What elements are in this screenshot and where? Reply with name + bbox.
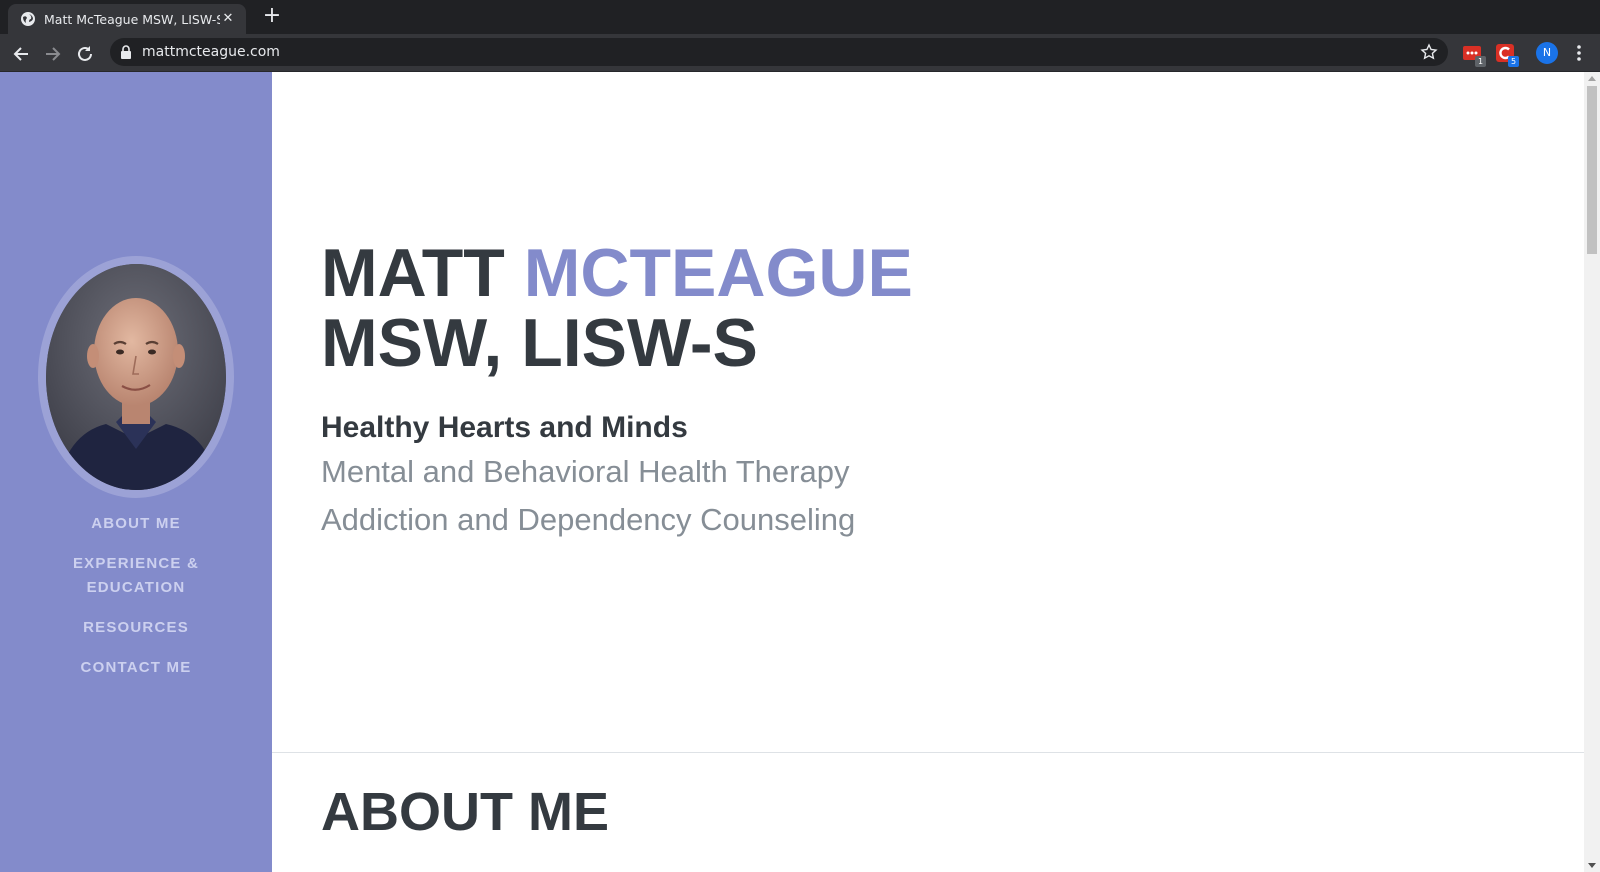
about-section-title: ABOUT ME: [321, 782, 609, 842]
extension-badge: 1: [1475, 56, 1486, 67]
globe-icon: [21, 12, 35, 26]
last-name: MCTEAGUE: [523, 235, 913, 311]
new-tab-button[interactable]: +: [260, 5, 284, 29]
browser-toolbar: mattmcteague.com 1 5 N: [0, 34, 1600, 72]
reload-icon[interactable]: [74, 43, 96, 65]
extension-todo-icon[interactable]: 1: [1462, 43, 1486, 67]
portrait-image: [46, 264, 226, 490]
service-line: Mental and Behavioral Health Therapy: [321, 454, 850, 489]
browser-tab-strip: Matt McTeague MSW, LISW-S ✕ +: [0, 0, 1600, 34]
forward-arrow-icon[interactable]: [42, 43, 64, 65]
nav-link-contact-me[interactable]: CONTACT ME: [0, 656, 272, 680]
scroll-up-arrow-icon[interactable]: [1588, 76, 1596, 81]
nav-link-experience-education[interactable]: EXPERIENCE & EDUCATION: [0, 552, 272, 600]
page-title: MATT MCTEAGUE MSW, LISW-S: [321, 238, 913, 378]
browser-tab[interactable]: Matt McTeague MSW, LISW-S ✕: [8, 4, 246, 34]
main-content: MATT MCTEAGUE MSW, LISW-S Healthy Hearts…: [272, 72, 1584, 872]
url-text[interactable]: mattmcteague.com: [142, 38, 280, 66]
lock-icon[interactable]: [120, 45, 132, 59]
close-tab-icon[interactable]: ✕: [220, 11, 236, 27]
back-arrow-icon[interactable]: [10, 43, 32, 65]
sidebar-nav: ABOUT ME EXPERIENCE & EDUCATION RESOURCE…: [0, 512, 272, 696]
kebab-menu-icon[interactable]: [1572, 43, 1586, 63]
page-scrollbar[interactable]: [1584, 72, 1600, 872]
first-name: MATT: [321, 235, 505, 311]
service-line: Addiction and Dependency Counseling: [321, 502, 856, 537]
scrollbar-thumb[interactable]: [1587, 86, 1597, 254]
scroll-down-arrow-icon[interactable]: [1588, 863, 1596, 868]
section-divider: [272, 752, 1584, 753]
profile-photo: [38, 256, 234, 498]
sidebar: ABOUT ME EXPERIENCE & EDUCATION RESOURCE…: [0, 72, 272, 872]
nav-link-resources[interactable]: RESOURCES: [0, 616, 272, 640]
extension-c-icon[interactable]: 5: [1495, 43, 1519, 67]
hero-section: MATT MCTEAGUE MSW, LISW-S Healthy Hearts…: [321, 238, 913, 544]
page-viewport: ABOUT ME EXPERIENCE & EDUCATION RESOURCE…: [0, 72, 1600, 872]
profile-avatar-button[interactable]: N: [1536, 42, 1558, 64]
address-bar[interactable]: mattmcteague.com: [110, 38, 1448, 66]
credentials: MSW, LISW-S: [321, 305, 758, 381]
extension-badge: 5: [1508, 56, 1519, 67]
bookmark-star-icon[interactable]: [1420, 43, 1438, 61]
tagline: Healthy Hearts and Minds: [321, 411, 688, 444]
tab-title: Matt McTeague MSW, LISW-S: [44, 11, 220, 27]
nav-link-about-me[interactable]: ABOUT ME: [0, 512, 272, 536]
